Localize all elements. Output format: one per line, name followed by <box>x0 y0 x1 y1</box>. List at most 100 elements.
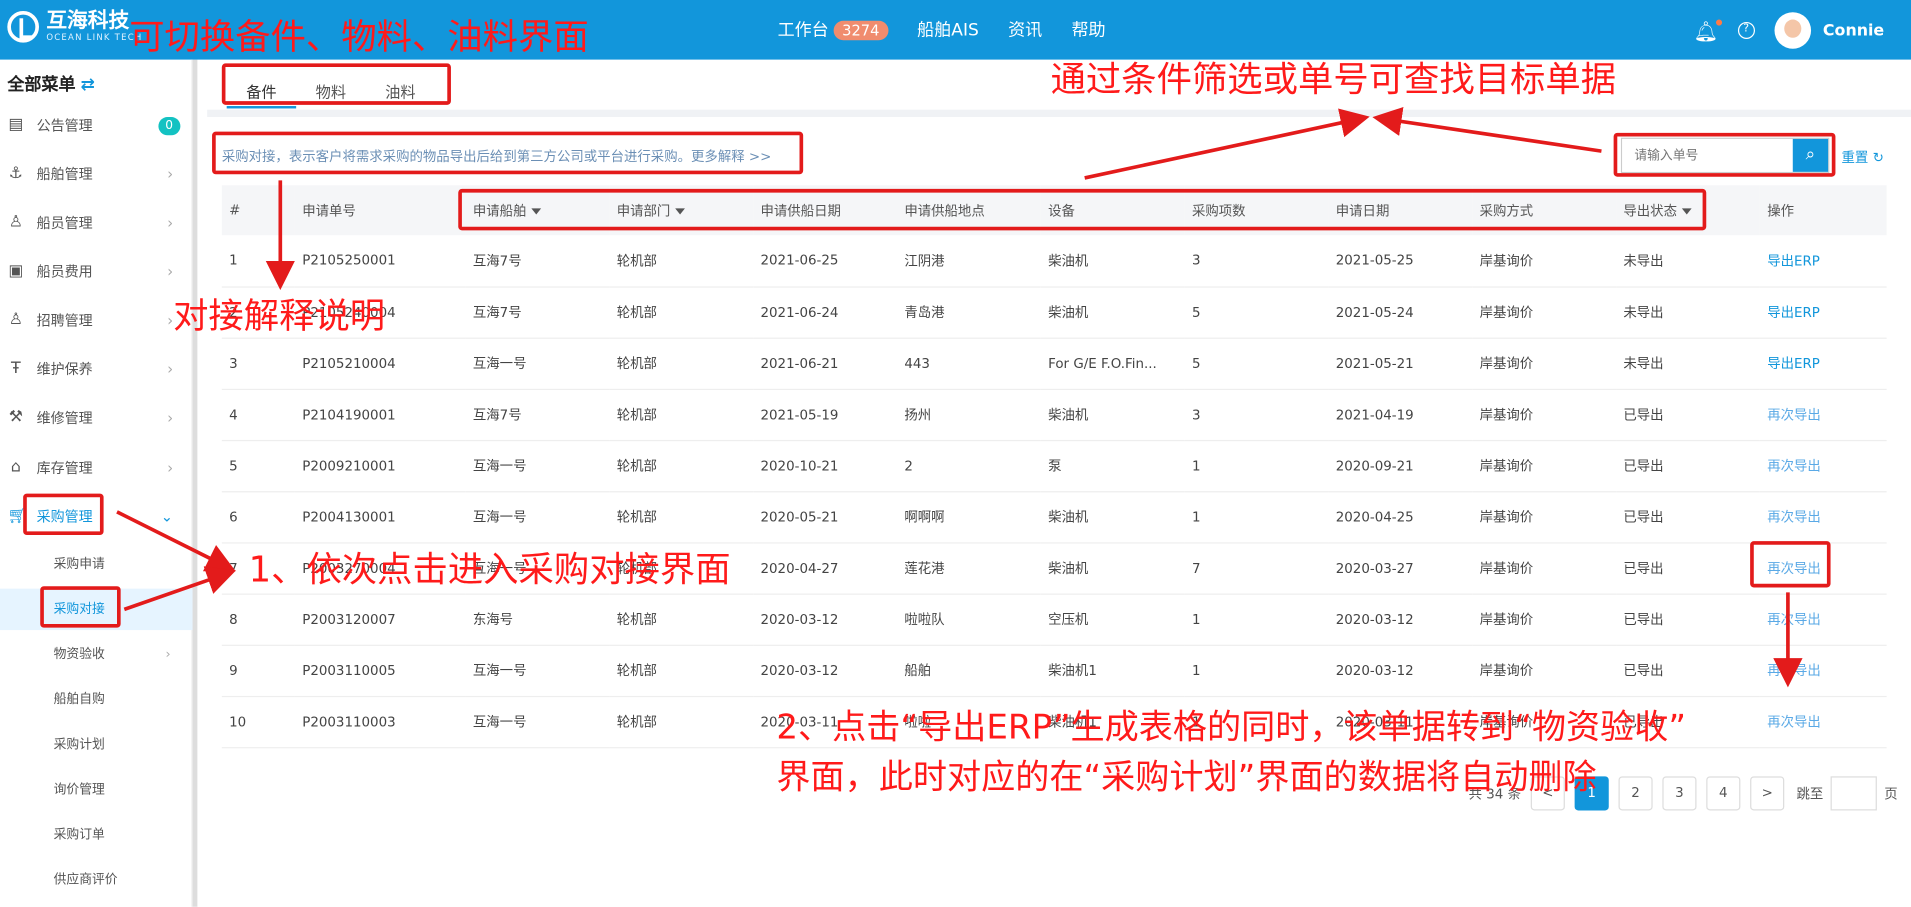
cell-request-number: P2105210004 <box>294 337 466 390</box>
cell-request-number: P2104190001 <box>294 388 466 441</box>
sidebar-sub-purchase-order[interactable]: 采购订单 <box>0 814 193 855</box>
user-icon: ♙ <box>8 213 23 232</box>
tool-icon: Ŧ <box>10 359 21 378</box>
cell-request-date: 2020-04-25 <box>1328 491 1473 543</box>
sidebar-item-label: 船员费用 <box>36 263 93 281</box>
cell-purchase-method: 岸基询价 <box>1472 593 1617 646</box>
cell-ship: 互海一号 <box>465 695 610 748</box>
sidebar-sub-supplier-rating[interactable]: 供应商评价 <box>0 859 193 900</box>
export-erp-button[interactable]: 导出ERP <box>1759 286 1887 339</box>
table-row: 1 P2105250001 互海7号 轮机部 2021-06-25 江阴港 柴油机 3 2021… <box>221 235 1887 288</box>
sidebar-item-crew-cost[interactable]: ▣ 船员费用 › <box>0 251 193 292</box>
cell-item-count: 1 <box>1184 593 1329 646</box>
user-name[interactable]: Connie <box>1823 21 1884 39</box>
avatar[interactable] <box>1774 12 1811 49</box>
cell-index: 10 <box>221 695 295 748</box>
cell-supply-place: 443 <box>897 337 1041 390</box>
cell-supply-date: 2020-10-21 <box>753 439 897 492</box>
cell-export-status: 已导出 <box>1616 491 1760 543</box>
anchor-icon: ⚓ <box>8 164 23 183</box>
chevron-right-icon: › <box>167 214 174 232</box>
sidebar-item-inventory[interactable]: ⌂ 库存管理 › <box>0 447 193 488</box>
nav-workbench[interactable]: 工作台 3274 <box>778 17 888 41</box>
page-4[interactable]: 4 <box>1706 776 1741 811</box>
cell-ship: 互海一号 <box>465 439 610 492</box>
nav-news[interactable]: 资讯 <box>1008 17 1042 41</box>
cell-request-date: 2020-03-12 <box>1328 644 1473 697</box>
nav-ais[interactable]: 船舶AIS <box>917 17 979 41</box>
cell-department: 轮机部 <box>609 695 754 748</box>
goto-page-input[interactable] <box>1830 776 1877 811</box>
sidebar-item-recruit[interactable]: ♙ 招聘管理 › <box>0 300 193 341</box>
cell-supply-place: 啦啦队 <box>897 593 1041 646</box>
sidebar-sub-inquiry[interactable]: 询价管理 <box>0 769 193 810</box>
sidebar-item-maintenance[interactable]: Ŧ 维护保养 › <box>0 349 193 390</box>
top-nav: 工作台 3274 船舶AIS 资讯 帮助 <box>778 17 1135 41</box>
cell-ship: 互海一号 <box>465 491 610 543</box>
cell-ship: 互海一号 <box>465 337 610 390</box>
export-erp-button[interactable]: 导出ERP <box>1759 235 1887 288</box>
sidebar-item-ship[interactable]: ⚓ 船舶管理 › <box>0 154 193 195</box>
re-export-button[interactable]: 再次导出 <box>1759 439 1887 492</box>
page-3[interactable]: 3 <box>1662 776 1697 811</box>
workbench-badge: 3274 <box>833 20 888 41</box>
cell-purchase-method: 岸基询价 <box>1472 542 1617 595</box>
annotation-search: 通过条件筛选或单号可查找目标单据 <box>1050 58 1617 100</box>
cell-purchase-method: 岸基询价 <box>1472 644 1617 697</box>
re-export-button[interactable]: 再次导出 <box>1759 491 1887 543</box>
export-erp-button[interactable]: 导出ERP <box>1759 337 1887 390</box>
cell-supply-date: 2020-04-27 <box>753 542 897 595</box>
sidebar: 全部菜单 ⇄ ▤ 公告管理 0 ⚓ 船舶管理 › ♙ 船员管理 › ▣ 船员费用 › ♙ 招聘管理 ›… <box>0 59 193 907</box>
sidebar-sub-acceptance[interactable]: 物资验收 › <box>0 634 193 675</box>
nav-workbench-label: 工作台 <box>777 20 829 41</box>
table-row: 3 P2105210004 互海一号 轮机部 2021-06-21 443 For G/E … <box>221 337 1887 390</box>
chevron-down-icon: ⌄ <box>160 508 174 526</box>
cell-purchase-method: 岸基询价 <box>1472 491 1617 543</box>
cell-export-status: 未导出 <box>1616 337 1760 390</box>
chevron-right-icon: › <box>167 360 174 378</box>
help-icon[interactable]: ? <box>1737 21 1755 39</box>
page-2[interactable]: 2 <box>1618 776 1653 811</box>
cell-index: 5 <box>221 439 295 492</box>
cell-ship: 互海7号 <box>465 286 610 339</box>
nav-help[interactable]: 帮助 <box>1071 17 1105 41</box>
next-page-button[interactable]: > <box>1750 776 1785 811</box>
re-export-button[interactable]: 再次导出 <box>1759 695 1887 748</box>
cell-equipment: For G/E F.O.Fin... <box>1040 337 1185 390</box>
sidebar-sub-purchase-plan[interactable]: 采购计划 <box>0 724 193 765</box>
annotation-box-notice <box>212 131 804 175</box>
page-unit-label: 页 <box>1884 786 1898 802</box>
cell-supply-date: 2020-03-12 <box>753 644 897 697</box>
bell-icon[interactable]: 🔔︎ <box>1693 18 1722 42</box>
sidebar-sub-self-purchase[interactable]: 船舶自购 <box>0 679 193 720</box>
cell-request-date: 2020-03-12 <box>1328 593 1473 646</box>
reset-button[interactable]: 重置 ↻ <box>1842 147 1884 167</box>
sidebar-item-crew[interactable]: ♙ 船员管理 › <box>0 202 193 243</box>
cell-purchase-method: 岸基询价 <box>1472 439 1617 492</box>
cell-supply-date: 2021-06-25 <box>753 235 897 288</box>
cell-item-count: 3 <box>1184 388 1329 441</box>
sidebar-sub-purchase-request[interactable]: 采购申请 <box>0 544 193 585</box>
cell-equipment: 柴油机 <box>1040 491 1185 543</box>
cell-supply-place: 莲花港 <box>897 542 1041 595</box>
logo[interactable]: 互海科技 OCEAN LINK TECH <box>7 10 142 43</box>
cell-purchase-method: 岸基询价 <box>1472 388 1617 441</box>
notification-dot <box>1715 18 1722 25</box>
table-row: 8 P2003120007 东海号 轮机部 2020-03-12 啦啦队 空压机 1 2020-… <box>221 593 1887 646</box>
cell-ship: 互海一号 <box>465 644 610 697</box>
re-export-button[interactable]: 再次导出 <box>1759 593 1887 646</box>
re-export-button[interactable]: 再次导出 <box>1759 644 1887 697</box>
cell-request-date: 2021-05-21 <box>1328 337 1473 390</box>
cell-purchase-method: 岸基询价 <box>1472 235 1617 288</box>
sidebar-item-repair[interactable]: ⚒ 维修管理 › <box>0 397 193 438</box>
cell-supply-date: 2020-03-12 <box>753 593 897 646</box>
switch-icon[interactable]: ⇄ <box>80 76 94 96</box>
sidebar-item-label: 库存管理 <box>36 459 93 477</box>
sidebar-item-label: 公告管理 <box>36 117 93 135</box>
divider <box>207 109 1911 117</box>
table-body: 1 P2105250001 互海7号 轮机部 2021-06-25 江阴港 柴油机 3 2021… <box>221 235 1887 748</box>
re-export-button[interactable]: 再次导出 <box>1759 388 1887 441</box>
book-icon: ▤ <box>8 115 24 135</box>
sidebar-item-announcement[interactable]: ▤ 公告管理 0 <box>0 105 193 146</box>
cell-equipment: 柴油机1 <box>1040 644 1185 697</box>
